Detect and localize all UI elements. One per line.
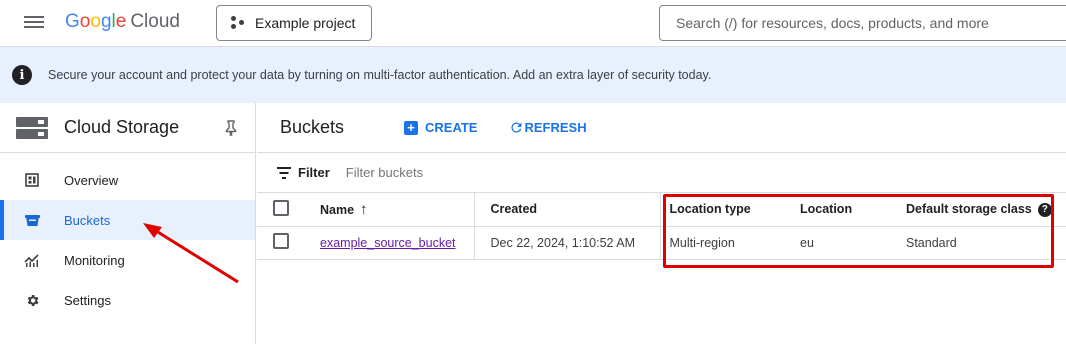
column-header-location[interactable]: Location xyxy=(791,193,897,227)
gear-icon xyxy=(24,292,40,308)
project-label: Example project xyxy=(255,15,356,31)
filter-input[interactable] xyxy=(345,165,646,180)
banner-text: Secure your account and protect your dat… xyxy=(48,68,712,82)
overview-icon xyxy=(24,172,40,188)
sort-ascending-icon[interactable]: ↑ xyxy=(360,201,368,218)
location-cell: eu xyxy=(791,226,897,260)
search-input[interactable]: Search (/) for resources, docs, products… xyxy=(659,5,1066,41)
buckets-table: Name ↑ Created Location type Location Def… xyxy=(257,193,1066,260)
sidebar-item-buckets[interactable]: Buckets xyxy=(0,200,255,240)
table-header-row: Name ↑ Created Location type Location Def… xyxy=(257,193,1066,227)
sidebar-item-overview[interactable]: Overview xyxy=(0,160,255,200)
search-placeholder: Search (/) for resources, docs, products… xyxy=(676,15,989,31)
sidebar-item-label: Monitoring xyxy=(64,252,125,268)
cloud-storage-icon xyxy=(16,116,48,140)
location-type-cell: Multi-region xyxy=(659,226,791,260)
sidebar-item-monitoring[interactable]: Monitoring xyxy=(0,240,255,280)
page-title: Buckets xyxy=(280,117,345,137)
main-content: Buckets + CREATE REFRESH Filter Name↑ Cr… xyxy=(257,103,1066,344)
column-header-storage-class[interactable]: Default storage class? xyxy=(897,193,1066,227)
created-cell: Dec 22, 2024, 1:10:52 AM xyxy=(473,226,660,260)
mfa-banner: i Secure your account and protect your d… xyxy=(0,46,1066,103)
pin-icon[interactable] xyxy=(224,120,238,136)
create-button[interactable]: + CREATE xyxy=(404,120,477,135)
sidebar-item-label: Overview xyxy=(64,172,119,188)
bucket-name-link[interactable]: example_source_bucket xyxy=(320,236,456,250)
bucket-icon xyxy=(24,212,40,228)
sidebar-item-label: Settings xyxy=(64,292,111,308)
sidebar-header: Cloud Storage xyxy=(0,103,255,153)
sidebar-item-label: Buckets xyxy=(64,212,111,228)
menu-icon[interactable] xyxy=(22,13,46,33)
add-icon: + xyxy=(404,120,418,135)
refresh-label: REFRESH xyxy=(524,120,587,135)
page-header: Buckets + CREATE REFRESH xyxy=(257,103,1066,153)
refresh-icon xyxy=(511,122,522,133)
sidebar: Cloud Storage Overview Buckets Monitorin… xyxy=(0,103,256,344)
filter-bar: Filter xyxy=(257,153,1066,193)
table-row: example_source_bucket Dec 22, 2024, 1:10… xyxy=(257,226,1066,260)
sidebar-item-settings[interactable]: Settings xyxy=(0,280,255,320)
create-label: CREATE xyxy=(425,120,478,135)
select-all-checkbox[interactable] xyxy=(273,199,289,216)
top-bar: Google Cloud Example project Search (/) f… xyxy=(0,0,1066,46)
sidebar-title: Cloud Storage xyxy=(64,117,180,137)
column-header-name[interactable]: Name ↑ xyxy=(309,193,474,227)
project-icon xyxy=(231,16,245,30)
project-picker-button[interactable]: Example project xyxy=(216,5,372,41)
monitoring-icon xyxy=(24,252,40,268)
filter-icon[interactable] xyxy=(277,166,291,179)
column-header-location-type[interactable]: Location type xyxy=(659,193,791,227)
info-icon: i xyxy=(12,65,32,85)
google-cloud-logo[interactable]: Google Cloud xyxy=(65,11,180,33)
row-checkbox[interactable] xyxy=(273,233,289,249)
storage-class-cell: Standard xyxy=(897,226,1066,260)
column-header-created[interactable]: Created xyxy=(473,193,660,227)
help-icon[interactable]: ? xyxy=(1037,202,1052,217)
filter-label[interactable]: Filter xyxy=(298,165,330,180)
refresh-button[interactable]: REFRESH xyxy=(509,120,587,135)
